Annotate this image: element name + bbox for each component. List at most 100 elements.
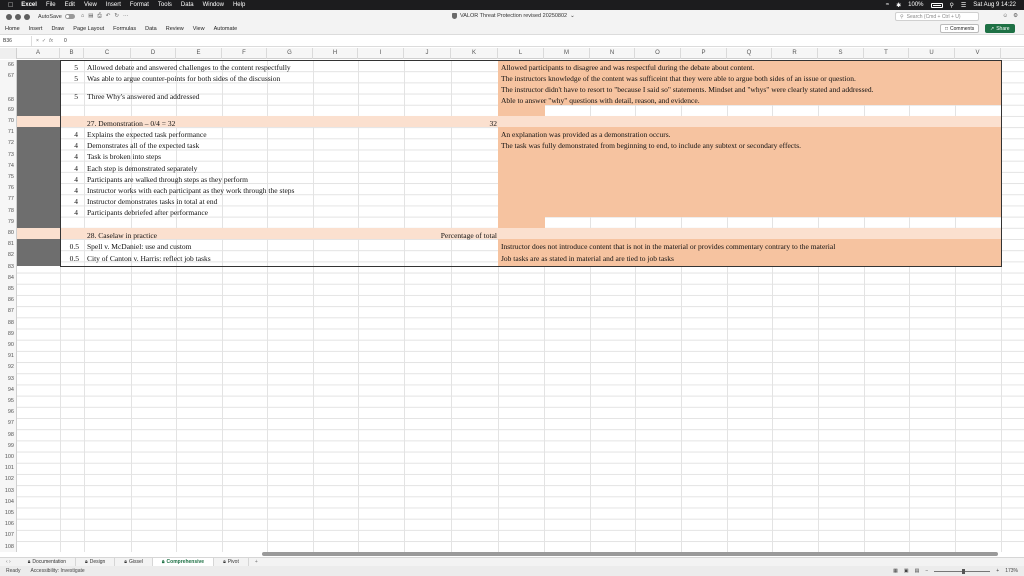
cell-c71[interactable]: Explains the expected task performance (87, 129, 207, 140)
column-header-c[interactable]: C (84, 48, 131, 59)
cell-b75[interactable]: 4 (60, 174, 78, 185)
share-button[interactable]: ↗ Share (985, 24, 1015, 33)
cell-j80[interactable]: Percentage of total (404, 230, 497, 241)
print-icon[interactable]: ⎙ (97, 13, 101, 20)
row-header[interactable]: 87 (0, 306, 17, 318)
cell-c74[interactable]: Each step is demonstrated separately (87, 163, 197, 174)
menu-file[interactable]: File (46, 2, 56, 8)
tab-insert[interactable]: Insert (29, 26, 43, 32)
cell-c77[interactable]: Instructor demonstrates tasks in total a… (87, 196, 217, 207)
column-header-k[interactable]: K (451, 48, 498, 59)
formula-input[interactable]: 0 (60, 38, 67, 44)
settings-icon[interactable]: ⚙ (1013, 13, 1018, 19)
tab-page-layout[interactable]: Page Layout (73, 26, 104, 32)
autosave-toggle[interactable] (64, 14, 75, 19)
minimize-window-button[interactable] (15, 13, 21, 20)
row-header[interactable]: 77 (0, 194, 17, 206)
cell-b81[interactable]: 0.5 (60, 241, 79, 252)
column-header-t[interactable]: T (864, 48, 909, 59)
row-header[interactable]: 91 (0, 351, 17, 363)
page-break-view-icon[interactable]: ▤ (915, 568, 920, 574)
tab-home[interactable]: Home (5, 26, 20, 32)
search-spotlight-icon[interactable]: ⚲ (950, 2, 954, 9)
row-header[interactable]: 68 (0, 82, 17, 105)
add-sheet-button[interactable]: + (255, 559, 258, 565)
column-header-b[interactable]: B (60, 48, 84, 59)
column-header-s[interactable]: S (818, 48, 864, 59)
row-header[interactable]: 94 (0, 384, 17, 396)
home-icon[interactable]: ⌂ (81, 13, 84, 20)
cell-b76[interactable]: 4 (60, 185, 78, 196)
column-header-q[interactable]: Q (727, 48, 772, 59)
column-header-j[interactable]: J (404, 48, 451, 59)
row-header[interactable]: 85 (0, 284, 17, 296)
cell-c68[interactable]: Three Why's answered and addressed (87, 91, 199, 102)
cell-b78[interactable]: 4 (60, 207, 78, 218)
undo-icon[interactable]: ↶ (106, 13, 111, 20)
row-header[interactable]: 79 (0, 216, 17, 228)
menu-insert[interactable]: Insert (106, 2, 121, 8)
row-header[interactable]: 83 (0, 261, 17, 273)
page-layout-view-icon[interactable]: ▣ (904, 568, 909, 574)
row-header[interactable]: 101 (0, 463, 17, 475)
cell-c72[interactable]: Demonstrates all of the expected task (87, 140, 199, 151)
row-header[interactable]: 105 (0, 508, 17, 520)
row-header[interactable]: 72 (0, 138, 17, 150)
cell-b67[interactable]: 5 (60, 73, 78, 84)
row-header[interactable]: 84 (0, 272, 17, 284)
redo-icon[interactable]: ↻ (114, 13, 119, 20)
more-icon[interactable]: ··· (123, 13, 129, 20)
cell-l72[interactable]: The task was fully demonstrated from beg… (501, 140, 801, 151)
row-header[interactable]: 76 (0, 183, 17, 195)
row-header[interactable]: 93 (0, 373, 17, 385)
cell-l81[interactable]: Instructor does not introduce content th… (501, 241, 835, 252)
save-icon[interactable]: ▤ (88, 13, 93, 20)
row-header[interactable]: 67 (0, 71, 17, 83)
row-header[interactable]: 80 (0, 228, 17, 240)
row-header[interactable]: 78 (0, 205, 17, 217)
zoom-out-button[interactable]: − (925, 568, 928, 574)
zoom-level[interactable]: 173% (1005, 568, 1018, 574)
tab-view[interactable]: View (193, 26, 205, 32)
column-header-m[interactable]: M (544, 48, 590, 59)
column-header-i[interactable]: I (358, 48, 404, 59)
row-header[interactable]: 99 (0, 440, 17, 452)
cell-l68-line1[interactable]: The instructor didn't have to resort to … (501, 84, 873, 95)
column-header-g[interactable]: G (267, 48, 313, 59)
row-header[interactable]: 75 (0, 172, 17, 184)
horizontal-scrollbar[interactable] (262, 552, 998, 556)
cell-c78[interactable]: Participants debriefed after performance (87, 207, 208, 218)
column-header-o[interactable]: O (635, 48, 681, 59)
column-header-v[interactable]: V (955, 48, 1001, 59)
row-header[interactable]: 102 (0, 474, 17, 486)
wifi-icon[interactable]: ≈ (886, 2, 889, 8)
cell-c70[interactable]: 27. Demonstration – 0/4 = 32 (87, 118, 175, 129)
column-header-u[interactable]: U (909, 48, 955, 59)
row-header[interactable]: 103 (0, 485, 17, 497)
bluetooth-icon[interactable]: ✱ (896, 2, 901, 9)
normal-view-icon[interactable]: ▦ (893, 568, 898, 574)
column-header-e[interactable]: E (176, 48, 222, 59)
row-header[interactable]: 97 (0, 418, 17, 430)
tab-review[interactable]: Review (166, 26, 184, 32)
document-title[interactable]: VALOR Threat Protection revised 20250802… (452, 13, 575, 19)
column-header-a[interactable]: A (17, 48, 60, 59)
column-header-d[interactable]: D (131, 48, 176, 59)
zoom-slider[interactable] (934, 568, 991, 574)
menu-view[interactable]: View (84, 2, 97, 8)
cancel-icon[interactable]: × (36, 38, 39, 44)
cell-b74[interactable]: 4 (60, 163, 78, 174)
menu-format[interactable]: Format (130, 2, 149, 8)
account-icon[interactable]: ☺ (1002, 13, 1008, 19)
row-header[interactable]: 81 (0, 239, 17, 251)
row-header[interactable]: 106 (0, 519, 17, 531)
row-header[interactable]: 74 (0, 160, 17, 172)
row-header[interactable]: 107 (0, 530, 17, 542)
battery-icon[interactable] (930, 2, 943, 8)
tab-draw[interactable]: Draw (51, 26, 64, 32)
cell-c80[interactable]: 28. Caselaw in practice (87, 230, 157, 241)
tab-data[interactable]: Data (145, 26, 157, 32)
cell-c81[interactable]: Spell v. McDaniel: use and custom (87, 241, 192, 252)
menu-tools[interactable]: Tools (158, 2, 172, 8)
row-header[interactable]: 98 (0, 429, 17, 441)
